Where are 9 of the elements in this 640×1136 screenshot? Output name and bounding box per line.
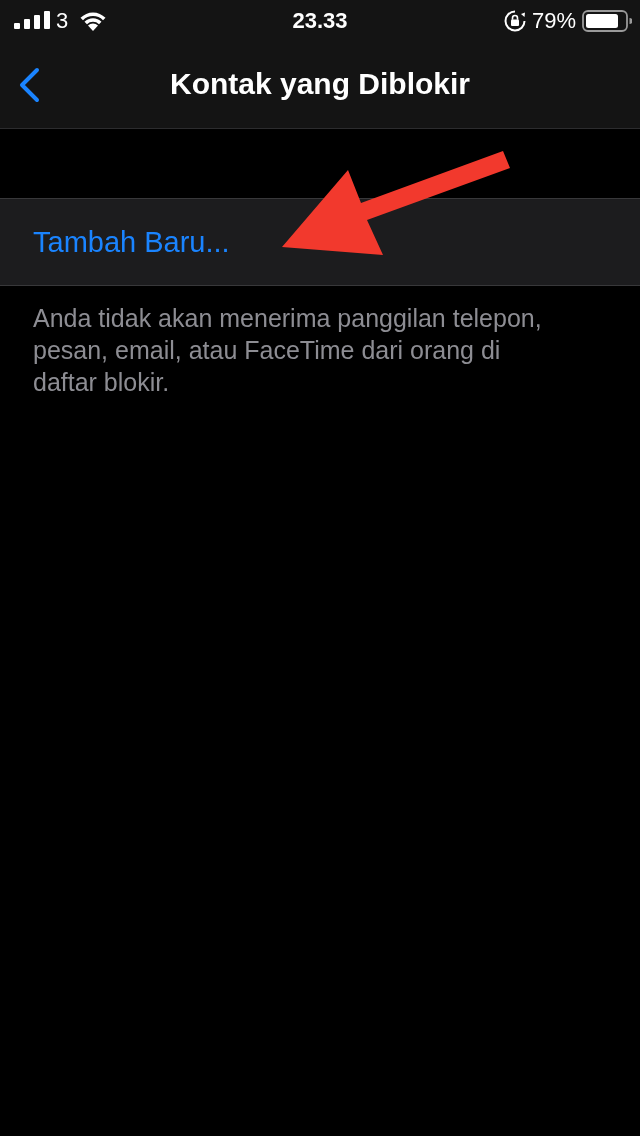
battery-percent: 79%	[531, 8, 576, 34]
footer-note: Anda tidak akan menerima panggilan telepon, pesan, email, atau FaceTime dari orang di daftar blokir.	[32, 303, 543, 398]
battery-icon	[582, 10, 632, 32]
rotation-lock-icon	[503, 10, 526, 32]
nav-title: Kontak yang Diblokir	[169, 66, 470, 101]
signal-icon	[14, 11, 50, 29]
status-time: 23.33	[292, 8, 348, 34]
back-icon[interactable]	[18, 67, 40, 103]
carrier-label: 3	[56, 8, 69, 34]
